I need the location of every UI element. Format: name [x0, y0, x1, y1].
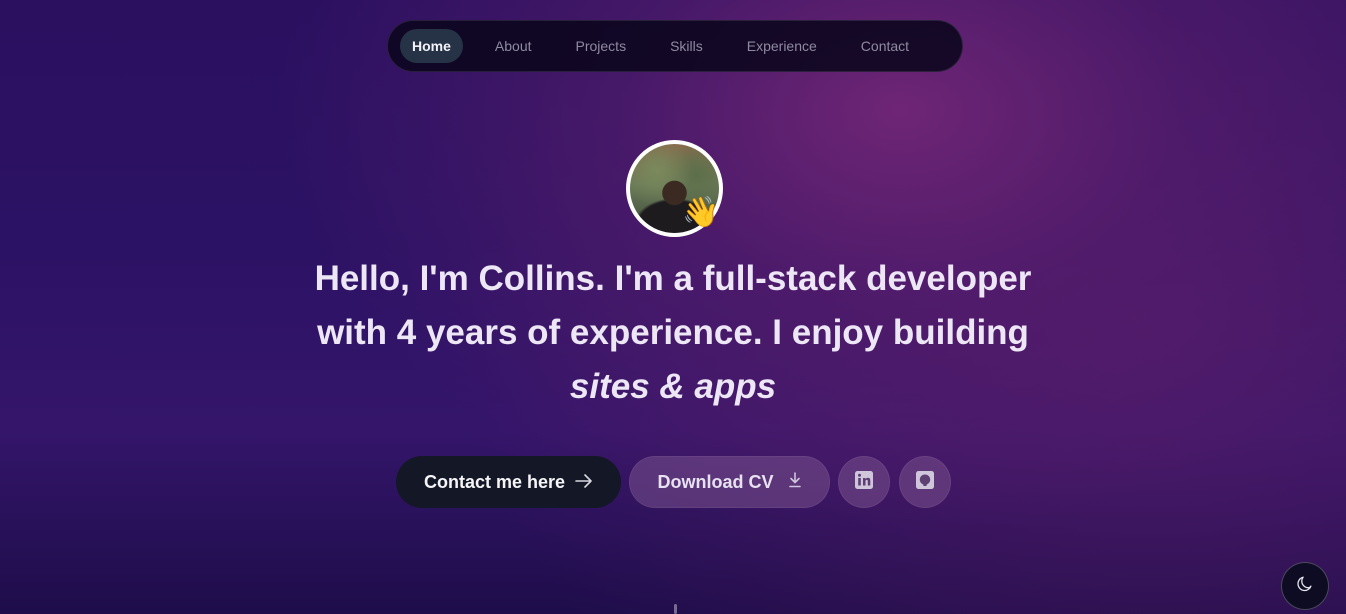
- experience-text: of experience. I enjoy building: [517, 313, 1029, 352]
- intro-bold-text: Hello, I'm Collins.: [314, 259, 605, 298]
- profile-avatar-wrapper: 👋: [626, 140, 723, 237]
- hero-headline: Hello, I'm Collins. I'm a full-stack dev…: [273, 252, 1073, 414]
- github-button[interactable]: [899, 456, 951, 508]
- nav-item-home[interactable]: Home: [400, 29, 463, 63]
- linkedin-button[interactable]: [838, 456, 890, 508]
- download-icon: [788, 471, 802, 493]
- moon-icon: [1296, 575, 1314, 598]
- with-text: with: [317, 313, 397, 352]
- role-bold-text: full-stack developer: [702, 259, 1032, 298]
- nav-item-about[interactable]: About: [483, 29, 544, 63]
- contact-button[interactable]: Contact me here: [396, 456, 621, 508]
- github-icon: [915, 470, 935, 495]
- nav-item-skills[interactable]: Skills: [658, 29, 715, 63]
- nav-item-experience[interactable]: Experience: [735, 29, 829, 63]
- theme-toggle-button[interactable]: [1281, 562, 1329, 610]
- years-bold-text: 4 years: [396, 313, 518, 352]
- top-navigation: Home About Projects Skills Experience Co…: [387, 20, 963, 72]
- intro-text: I'm a: [604, 259, 703, 298]
- scroll-indicator: [674, 604, 677, 614]
- download-cv-button[interactable]: Download CV: [629, 456, 830, 508]
- linkedin-icon: [854, 470, 874, 495]
- waving-hand-icon: 👋: [682, 196, 720, 229]
- arrow-right-icon: [575, 472, 593, 493]
- nav-item-projects[interactable]: Projects: [564, 29, 639, 63]
- sites-italic-text: sites & apps: [569, 367, 777, 406]
- download-cv-label: Download CV: [657, 471, 774, 492]
- nav-item-contact[interactable]: Contact: [849, 29, 921, 63]
- contact-button-label: Contact me here: [423, 471, 566, 492]
